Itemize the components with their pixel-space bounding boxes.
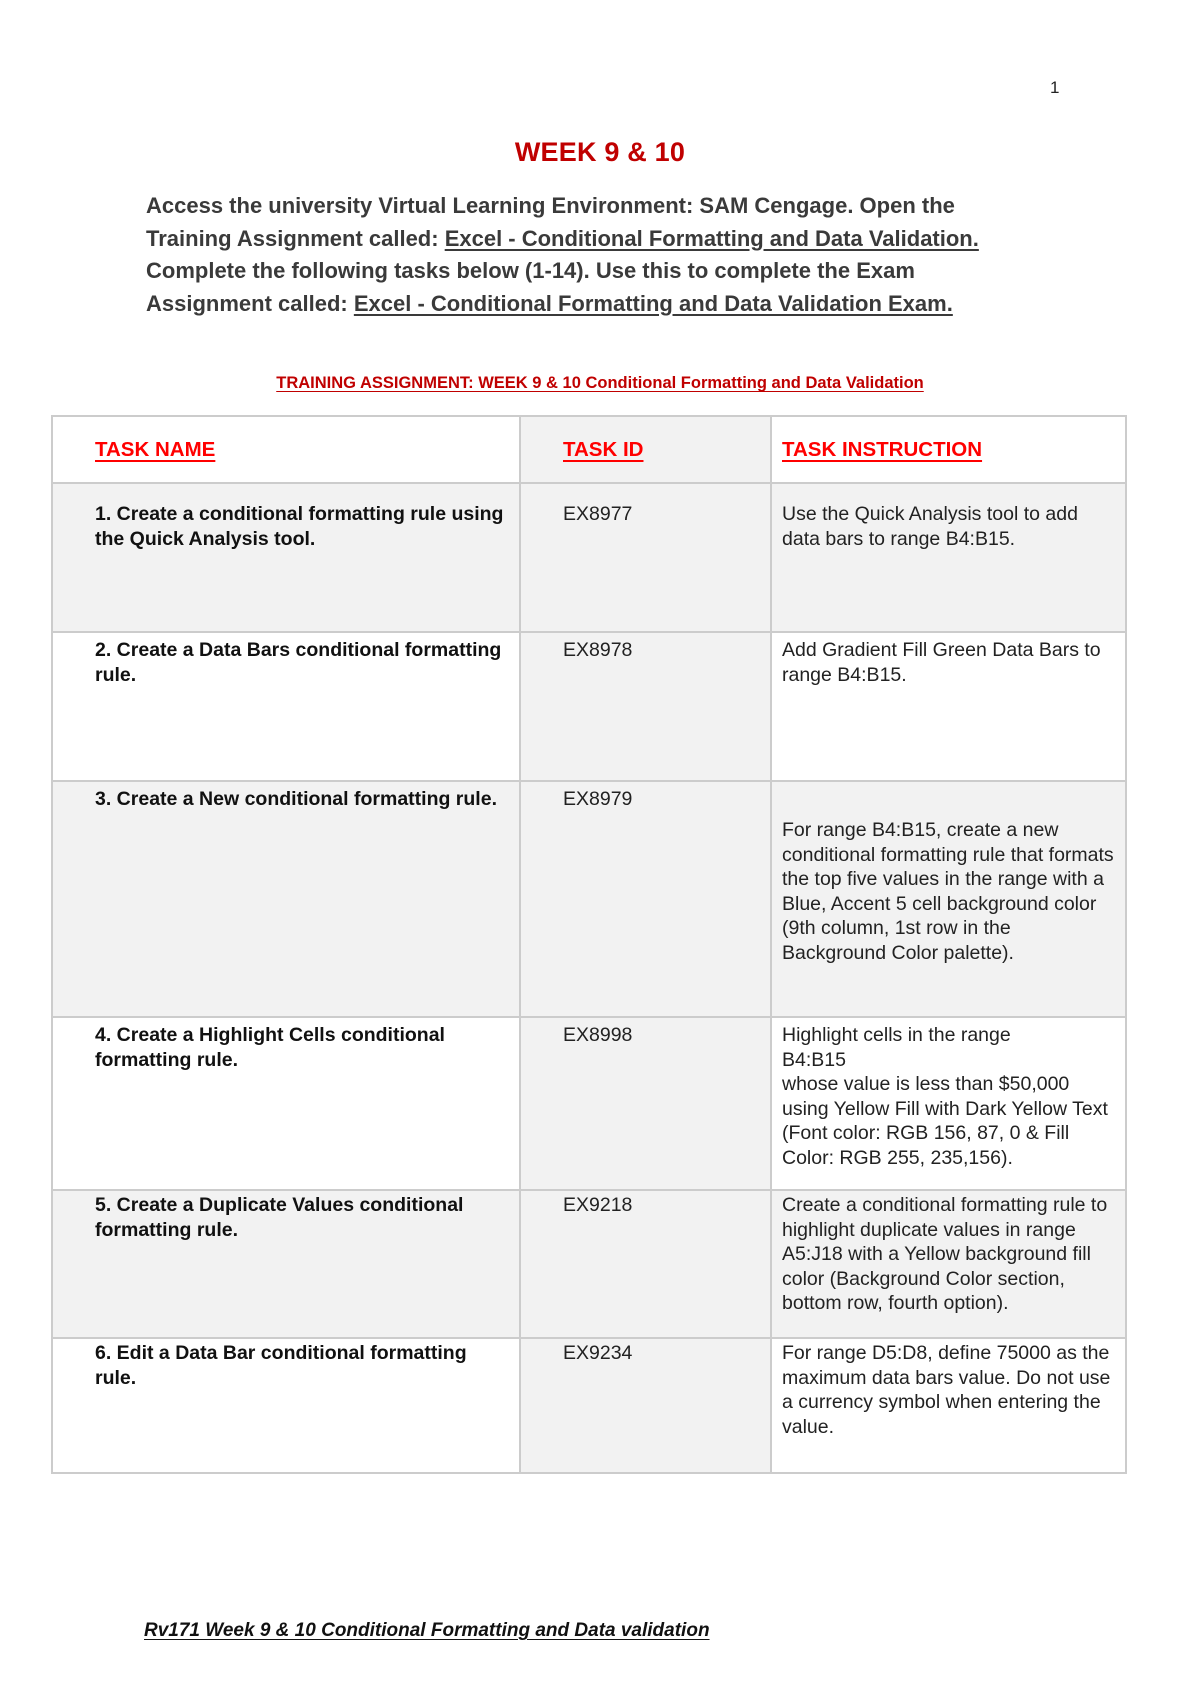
header-task-instruction: TASK INSTRUCTION [770,415,1127,484]
table-row: 6. Edit a Data Bar conditional formattin… [51,1337,1127,1474]
task-id-cell: EX8979 [519,780,772,1018]
task-instruction-cell: Create a conditional formatting rule to … [770,1189,1127,1339]
page-number: 1 [1050,78,1060,97]
task-name-cell: 6. Edit a Data Bar conditional formattin… [51,1337,521,1474]
header-task-name: TASK NAME [51,415,521,484]
table-header-row: TASK NAME TASK ID TASK INSTRUCTION [51,415,1127,484]
task-instruction-cell: Highlight cells in the range B4:B15 whos… [770,1016,1127,1191]
task-id-cell: EX9218 [519,1189,772,1339]
header-task-id: TASK ID [519,415,772,484]
task-id-cell: EX8977 [519,482,772,633]
task-name-cell: 4. Create a Highlight Cells conditional … [51,1016,521,1191]
exam-assignment-link: Excel - Conditional Formatting and Data … [353,290,953,316]
instruction-line: B4:B15 [782,1048,846,1071]
task-id-cell: EX8998 [519,1016,772,1191]
task-name-cell: 2. Create a Data Bars conditional format… [51,631,521,782]
task-name-cell: 3. Create a New conditional formatting r… [51,780,521,1018]
task-name-cell: 1. Create a conditional formatting rule … [51,482,521,633]
table-row: 3. Create a New conditional formatting r… [51,780,1127,1018]
page-footer: Rv171 Week 9 & 10 Conditional Formatting… [144,1620,710,1641]
table-row: 5. Create a Duplicate Values conditional… [51,1189,1127,1339]
table-row: 4. Create a Highlight Cells conditional … [51,1016,1127,1191]
task-id-cell: EX8978 [519,631,772,782]
task-name-cell: 5. Create a Duplicate Values conditional… [51,1189,521,1339]
training-assignment-link: Excel - Conditional Formatting and Data … [444,225,979,251]
table-row: 2. Create a Data Bars conditional format… [51,631,1127,782]
instruction-line: Highlight cells in the range [782,1024,1011,1046]
task-instruction-cell: Add Gradient Fill Green Data Bars to ran… [770,631,1127,782]
intro-paragraph: Access the university Virtual Learning E… [146,190,1006,320]
task-table: TASK NAME TASK ID TASK INSTRUCTION 1. Cr… [51,415,1127,1474]
task-instruction-cell: Use the Quick Analysis tool to add data … [770,482,1127,633]
task-id-cell: EX9234 [519,1337,772,1474]
section-subtitle: TRAINING ASSIGNMENT: WEEK 9 & 10 Conditi… [276,374,924,392]
task-instruction-cell: For range B4:B15, create a new condition… [770,780,1127,1018]
table-row: 1. Create a conditional formatting rule … [51,482,1127,633]
task-instruction-cell: For range D5:D8, define 75000 as the max… [770,1337,1127,1474]
page-title: WEEK 9 & 10 [514,137,686,167]
instruction-line: whose value is less than $50,000 using Y… [782,1073,1108,1169]
